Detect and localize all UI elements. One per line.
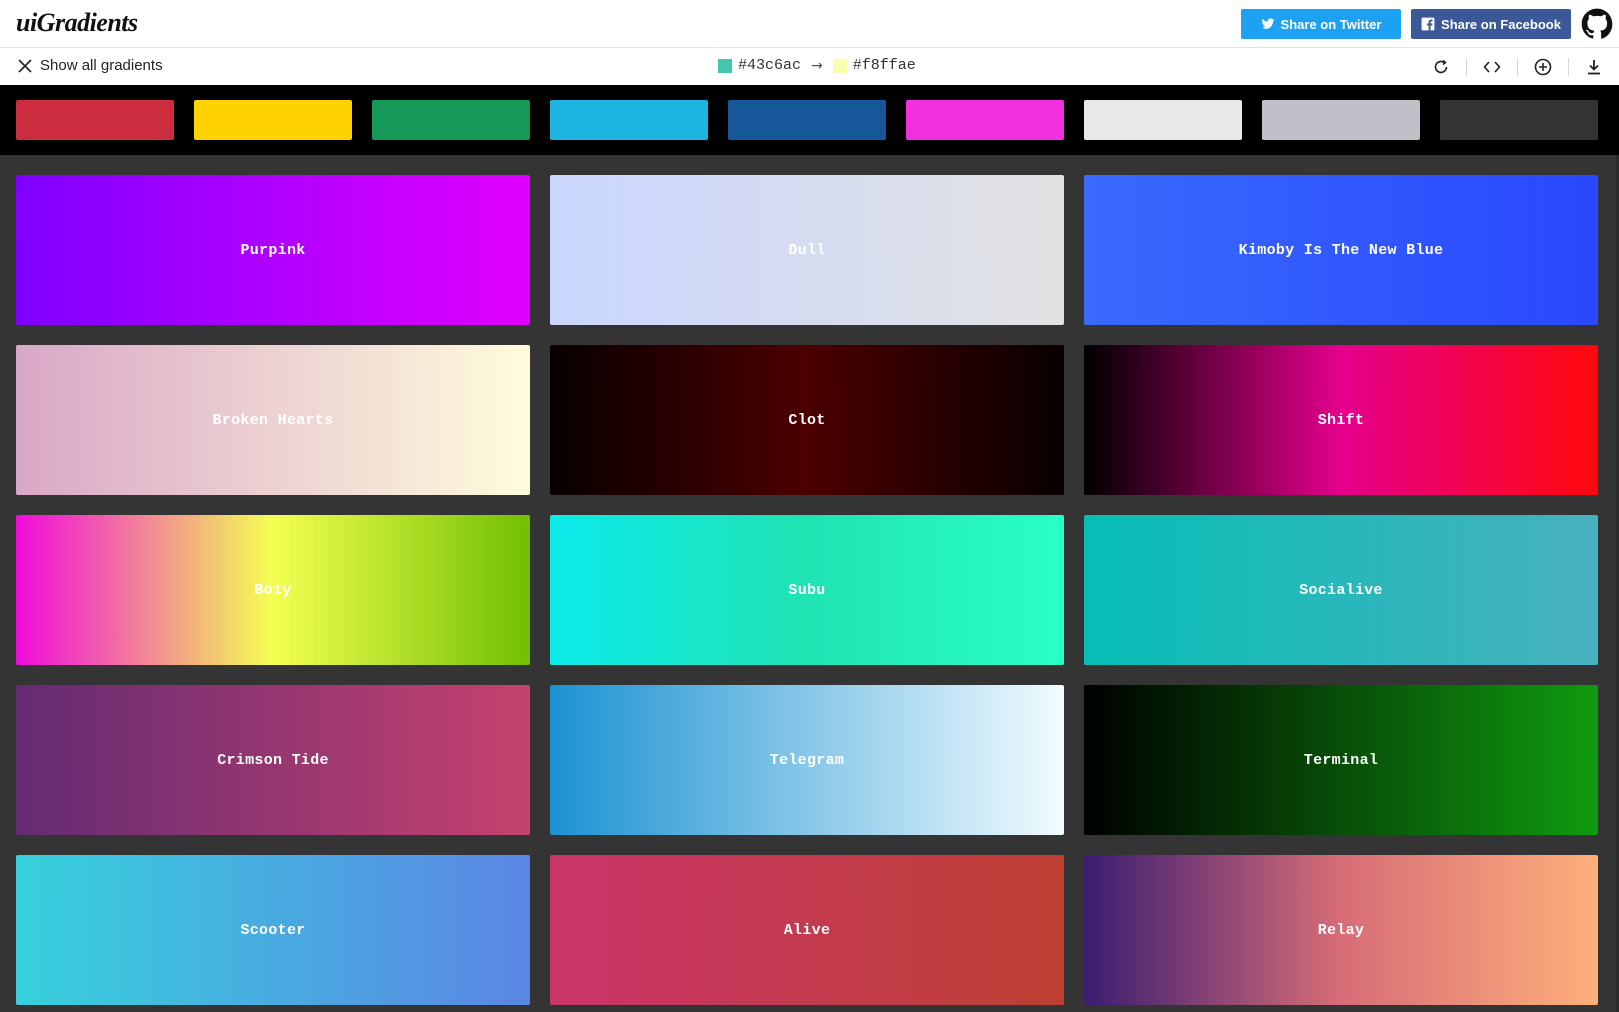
gradient-card[interactable]: Subu: [550, 515, 1064, 665]
facebook-icon: [1421, 17, 1435, 31]
gradient-name: Relay: [1317, 921, 1365, 939]
filter-pink[interactable]: [906, 100, 1064, 140]
filter-red[interactable]: [16, 100, 174, 140]
top-bar: uiGradients Share on Twitter Share on Fa…: [0, 0, 1619, 48]
gradient-card[interactable]: Kimoby Is The New Blue: [1084, 175, 1598, 325]
gradient-name: Broken Hearts: [212, 411, 334, 429]
filter-grey[interactable]: [1262, 100, 1420, 140]
filter-darkblue[interactable]: [728, 100, 886, 140]
gradient-name: Crimson Tide: [217, 751, 329, 769]
gradient-name: Purpink: [240, 241, 306, 259]
arrow-right-icon: →: [811, 57, 823, 74]
twitter-icon: [1261, 18, 1274, 29]
color-filter-bar: [0, 85, 1619, 155]
gradient-name: Boiy: [254, 581, 292, 599]
gradient-card[interactable]: Terminal: [1084, 685, 1598, 835]
gradient-card[interactable]: Scooter: [16, 855, 530, 1005]
rotate-button[interactable]: [1416, 48, 1466, 85]
plus-circle-icon: [1534, 58, 1552, 75]
gradient-card[interactable]: Dull: [550, 175, 1064, 325]
code-button[interactable]: [1467, 48, 1517, 85]
gradient-name: Terminal: [1303, 751, 1379, 769]
share-twitter-button[interactable]: Share on Twitter: [1241, 9, 1401, 39]
sub-bar: Show all gradients #43c6ac → #f8ffae: [0, 48, 1619, 85]
gradient-card[interactable]: Socialive: [1084, 515, 1598, 665]
from-color-code[interactable]: #43c6ac: [738, 57, 801, 74]
code-icon: [1483, 60, 1501, 73]
show-all-gradients-button[interactable]: Show all gradients: [17, 57, 163, 74]
gradient-card[interactable]: Crimson Tide: [16, 685, 530, 835]
filter-black[interactable]: [1440, 100, 1598, 140]
gradient-name: Shift: [1317, 411, 1365, 429]
logo[interactable]: uiGradients: [16, 8, 138, 38]
toolbar: [1416, 48, 1619, 85]
current-gradient: #43c6ac → #f8ffae: [718, 57, 916, 74]
gradient-card[interactable]: Telegram: [550, 685, 1064, 835]
gradient-card[interactable]: Clot: [550, 345, 1064, 495]
gradient-name: Clot: [788, 411, 826, 429]
gradient-grid: Purpink Dull Kimoby Is The New Blue Broken …: [0, 155, 1619, 1012]
gradient-card[interactable]: Boiy: [16, 515, 530, 665]
share-twitter-label: Share on Twitter: [1280, 16, 1382, 32]
filter-white[interactable]: [1084, 100, 1242, 140]
gradient-name: Kimoby Is The New Blue: [1238, 241, 1444, 259]
rotate-icon: [1434, 59, 1448, 73]
gradient-name: Socialive: [1299, 581, 1383, 599]
gradient-card[interactable]: Alive: [550, 855, 1064, 1005]
filter-green[interactable]: [372, 100, 530, 140]
filter-blue[interactable]: [550, 100, 708, 140]
gradient-name: Dull: [788, 241, 826, 259]
gradient-name: Telegram: [769, 751, 845, 769]
from-color-swatch: [718, 58, 732, 73]
gradient-card[interactable]: Relay: [1084, 855, 1598, 1005]
add-gradient-button[interactable]: [1518, 48, 1568, 85]
filter-yellow[interactable]: [194, 100, 352, 140]
gradient-card[interactable]: Shift: [1084, 345, 1598, 495]
gradient-card[interactable]: Broken Hearts: [16, 345, 530, 495]
gradient-card[interactable]: Purpink: [16, 175, 530, 325]
to-color-swatch: [832, 58, 847, 73]
github-icon[interactable]: [1581, 8, 1613, 40]
gradient-name: Alive: [783, 921, 831, 939]
show-all-label: Show all gradients: [40, 57, 163, 74]
download-icon: [1588, 59, 1600, 74]
gradient-name: Subu: [788, 581, 826, 599]
share-facebook-label: Share on Facebook: [1441, 16, 1561, 32]
close-icon: [18, 58, 32, 73]
download-button[interactable]: [1569, 48, 1619, 85]
to-color-code[interactable]: #f8ffae: [853, 57, 916, 74]
gradient-name: Scooter: [240, 921, 306, 939]
share-facebook-button[interactable]: Share on Facebook: [1411, 9, 1571, 39]
